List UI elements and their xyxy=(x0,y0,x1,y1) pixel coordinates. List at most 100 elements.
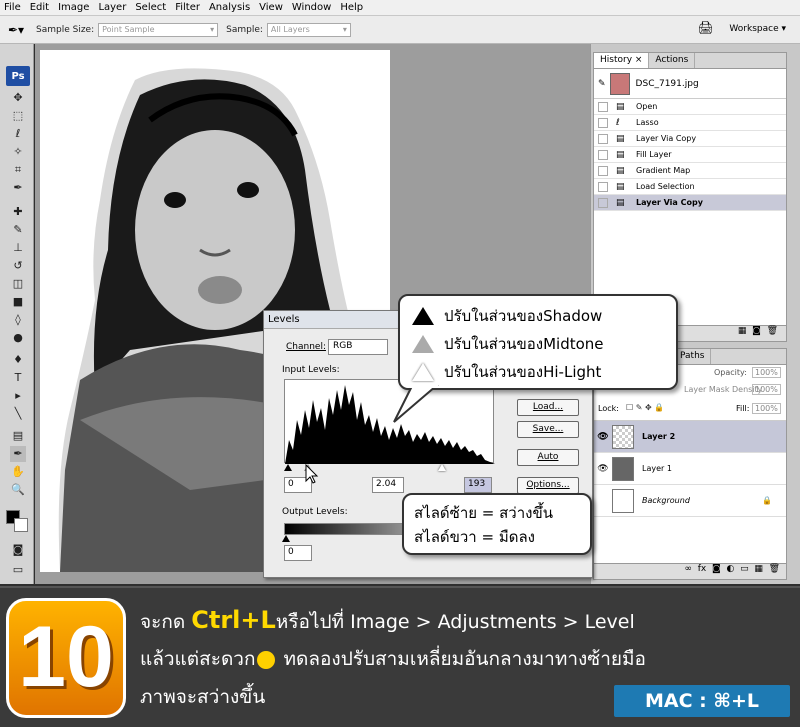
marquee-tool-icon[interactable]: ⬚ xyxy=(10,108,26,124)
input-white-field[interactable]: 193 xyxy=(464,477,492,493)
history-item[interactable]: ▤ Open xyxy=(594,99,786,115)
history-checkbox[interactable] xyxy=(598,101,608,112)
history-checkbox[interactable] xyxy=(598,197,608,208)
bridge-icon[interactable]: 🖨 xyxy=(697,21,714,36)
eyedropper-active-icon[interactable]: ✒ xyxy=(10,446,26,462)
opacity-field[interactable]: 100% xyxy=(752,367,781,378)
eyedropper-icon[interactable]: ✒ xyxy=(10,180,26,196)
menu-view[interactable]: View xyxy=(259,2,283,13)
group-icon[interactable]: ▭ xyxy=(740,564,749,574)
history-checkbox[interactable] xyxy=(598,133,608,144)
history-tabs: History × Actions xyxy=(594,53,786,69)
pen-tool-icon[interactable]: ♦ xyxy=(10,352,26,368)
dodge-tool-icon[interactable]: ● xyxy=(10,330,26,346)
link-icon[interactable]: ∞ xyxy=(685,564,693,574)
highlight-slider[interactable] xyxy=(438,464,446,471)
fx-icon[interactable]: fx xyxy=(698,564,707,574)
fill-field[interactable]: 100% xyxy=(752,403,781,414)
histogram-graph xyxy=(285,385,495,464)
menu-file[interactable]: File xyxy=(4,2,21,13)
mask-density-label: Layer Mask Density xyxy=(684,385,763,394)
brush-tool-icon[interactable]: ✎ xyxy=(10,222,26,238)
new-document-icon[interactable]: ▦ xyxy=(738,326,747,336)
lasso-tool-icon[interactable]: ℓ xyxy=(10,126,26,142)
input-mid-field[interactable]: 2.04 xyxy=(372,477,404,493)
lock-icons[interactable]: ☐ ✎ ✥ 🔒 xyxy=(626,403,664,412)
eyedropper-tool-icon[interactable]: ✒▾ xyxy=(8,23,36,37)
output-black-field[interactable]: 0 xyxy=(284,545,312,561)
gradient-tool-icon[interactable]: ■ xyxy=(10,294,26,310)
history-checkbox[interactable] xyxy=(598,165,608,176)
shadow-slider[interactable] xyxy=(284,464,292,471)
type-tool-icon[interactable]: T xyxy=(10,370,26,386)
auto-button[interactable]: Auto xyxy=(517,449,579,466)
history-item[interactable]: ▤ Gradient Map xyxy=(594,163,786,179)
menu-help[interactable]: Help xyxy=(340,2,363,13)
crop-tool-icon[interactable]: ⌗ xyxy=(10,162,26,178)
tab-history[interactable]: History × xyxy=(594,53,650,68)
layer-row-layer-2[interactable]: 👁 Layer 2 xyxy=(594,421,786,453)
history-item-label: Lasso xyxy=(636,118,659,127)
history-checkbox[interactable] xyxy=(598,149,608,160)
workspace-menu[interactable]: Workspace ▾ xyxy=(729,24,786,34)
menu-filter[interactable]: Filter xyxy=(175,2,200,13)
history-item[interactable]: ℓ Lasso xyxy=(594,115,786,131)
trash-icon[interactable]: 🗑 xyxy=(769,564,780,574)
magic-wand-tool-icon[interactable]: ✧ xyxy=(10,144,26,160)
layers-footer: ∞ fx ◙ ◐ ▭ ▦ 🗑 xyxy=(594,563,786,579)
quick-mask-icon[interactable]: ◙ xyxy=(10,542,26,558)
save-button[interactable]: Save... xyxy=(517,421,579,438)
channel-select[interactable]: RGB xyxy=(328,339,388,355)
history-snapshot[interactable]: ✎ DSC_7191.jpg xyxy=(594,69,786,99)
tab-actions[interactable]: Actions xyxy=(649,53,696,68)
history-item-label: Fill Layer xyxy=(636,150,672,159)
menu-layer[interactable]: Layer xyxy=(98,2,126,13)
new-layer-icon[interactable]: ▦ xyxy=(754,564,763,574)
density-field[interactable]: 100% xyxy=(752,384,781,395)
history-item-selected[interactable]: ▤ Layer Via Copy xyxy=(594,195,786,211)
mask-icon[interactable]: ◙ xyxy=(712,564,721,574)
move-tool-icon[interactable]: ✥ xyxy=(10,90,26,106)
background-color-swatch[interactable] xyxy=(14,518,28,532)
menu-analysis[interactable]: Analysis xyxy=(209,2,250,13)
history-checkbox[interactable] xyxy=(598,181,608,192)
sample-size-select[interactable]: Point Sample ▾ xyxy=(98,22,219,37)
toolbox: Ps ✥ ⬚ ℓ ✧ ⌗ ✒ ✚ ✎ ⊥ ↺ ◫ ■ ◊ ● ♦ T ▸ ╲ ▤… xyxy=(0,44,34,584)
eye-icon[interactable]: 👁 xyxy=(594,464,612,474)
hand-tool-icon[interactable]: ✋ xyxy=(10,464,26,480)
document-icon: ▤ xyxy=(616,181,625,192)
blur-tool-icon[interactable]: ◊ xyxy=(10,312,26,328)
output-black-slider[interactable] xyxy=(282,535,290,542)
adjustment-icon[interactable]: ◐ xyxy=(726,564,734,574)
load-button[interactable]: Load... xyxy=(517,399,579,416)
history-item[interactable]: ▤ Layer Via Copy xyxy=(594,131,786,147)
menu-window[interactable]: Window xyxy=(292,2,331,13)
notes-tool-icon[interactable]: ▤ xyxy=(10,428,26,444)
layer-row-layer-1[interactable]: 👁 Layer 1 xyxy=(594,453,786,485)
trash-icon[interactable]: 🗑 xyxy=(767,326,778,336)
tab-paths[interactable]: Paths xyxy=(674,349,712,364)
screen-mode-icon[interactable]: ▭ xyxy=(10,562,26,578)
path-select-tool-icon[interactable]: ▸ xyxy=(10,388,26,404)
line-tool-icon[interactable]: ╲ xyxy=(10,406,26,422)
snapshot-icon[interactable]: ◙ xyxy=(752,326,761,336)
callout-row-highlight: ปรับในส่วนของHi-Light xyxy=(412,360,601,384)
history-brush-icon[interactable]: ↺ xyxy=(10,258,26,274)
layer-row-background[interactable]: Background 🔒 xyxy=(594,485,786,517)
mac-shortcut-box: MAC : ⌘+L xyxy=(614,685,790,717)
stamp-tool-icon[interactable]: ⊥ xyxy=(10,240,26,256)
history-item[interactable]: ▤ Fill Layer xyxy=(594,147,786,163)
menu-edit[interactable]: Edit xyxy=(30,2,49,13)
zoom-tool-icon[interactable]: 🔍 xyxy=(10,482,26,498)
menu-image[interactable]: Image xyxy=(58,2,89,13)
healing-tool-icon[interactable]: ✚ xyxy=(10,204,26,220)
sample-select[interactable]: All Layers ▾ xyxy=(266,22,351,37)
history-item[interactable]: ▤ Load Selection xyxy=(594,179,786,195)
menu-select[interactable]: Select xyxy=(135,2,166,13)
ps-logo[interactable]: Ps xyxy=(6,66,30,86)
eye-icon[interactable]: 👁 xyxy=(594,432,612,442)
history-checkbox[interactable] xyxy=(598,117,608,128)
eraser-tool-icon[interactable]: ◫ xyxy=(10,276,26,292)
options-button[interactable]: Options... xyxy=(517,477,579,494)
mouse-cursor-icon xyxy=(305,463,319,484)
